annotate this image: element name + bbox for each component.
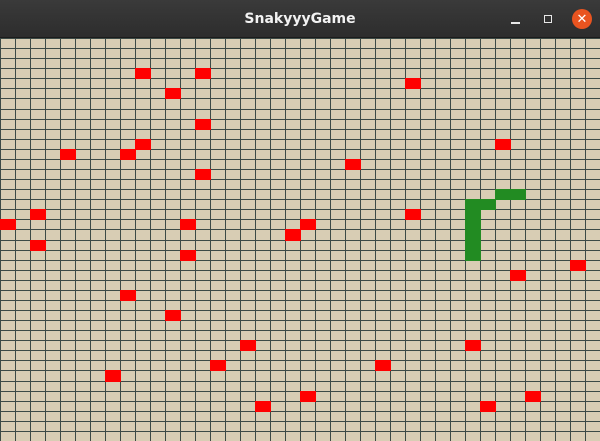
snake-segment <box>495 189 511 200</box>
food-cell <box>210 360 226 371</box>
maximize-icon <box>544 15 552 23</box>
snake-segment <box>465 209 481 220</box>
food-cell <box>345 159 361 170</box>
food-cell <box>240 340 256 351</box>
food-cell <box>285 229 301 241</box>
food-cell <box>480 401 496 412</box>
food-cell <box>165 88 181 99</box>
maximize-button[interactable] <box>538 9 558 29</box>
close-button[interactable]: ✕ <box>572 9 592 29</box>
food-cell <box>300 391 316 402</box>
food-cell <box>570 260 586 271</box>
food-cell <box>120 149 136 160</box>
food-cell <box>525 391 541 402</box>
close-icon: ✕ <box>576 11 588 27</box>
food-cell <box>180 250 196 261</box>
food-cell <box>495 139 511 150</box>
food-cell <box>195 169 211 180</box>
food-cell <box>165 310 181 321</box>
food-cell <box>405 78 421 89</box>
food-cell <box>300 219 316 230</box>
game-board[interactable] <box>0 38 600 441</box>
food-cell <box>180 219 196 230</box>
snake-segment <box>465 199 481 210</box>
food-cell <box>195 119 211 130</box>
snake-segment <box>465 219 481 230</box>
minimize-button[interactable] <box>505 9 525 29</box>
food-cell <box>30 209 46 220</box>
snake-segment <box>465 229 481 241</box>
food-cell <box>120 290 136 301</box>
snake-segment <box>465 240 481 251</box>
food-cell <box>105 370 121 382</box>
food-cell <box>375 360 391 371</box>
food-cell <box>510 270 526 281</box>
food-cell <box>465 340 481 351</box>
food-cell <box>30 240 46 251</box>
food-cell <box>135 139 151 150</box>
food-cell <box>0 219 16 230</box>
food-cell <box>255 401 271 412</box>
food-cell <box>405 209 421 220</box>
minimize-icon <box>510 22 520 24</box>
snake-segment <box>480 199 496 210</box>
food-cell <box>135 68 151 79</box>
food-cell <box>195 68 211 79</box>
game-window: SnakyyyGame ✕ <box>0 0 600 441</box>
food-cell <box>60 149 76 160</box>
title-bar[interactable]: SnakyyyGame ✕ <box>0 0 600 38</box>
snake-head <box>510 189 526 200</box>
snake-segment <box>465 250 481 261</box>
